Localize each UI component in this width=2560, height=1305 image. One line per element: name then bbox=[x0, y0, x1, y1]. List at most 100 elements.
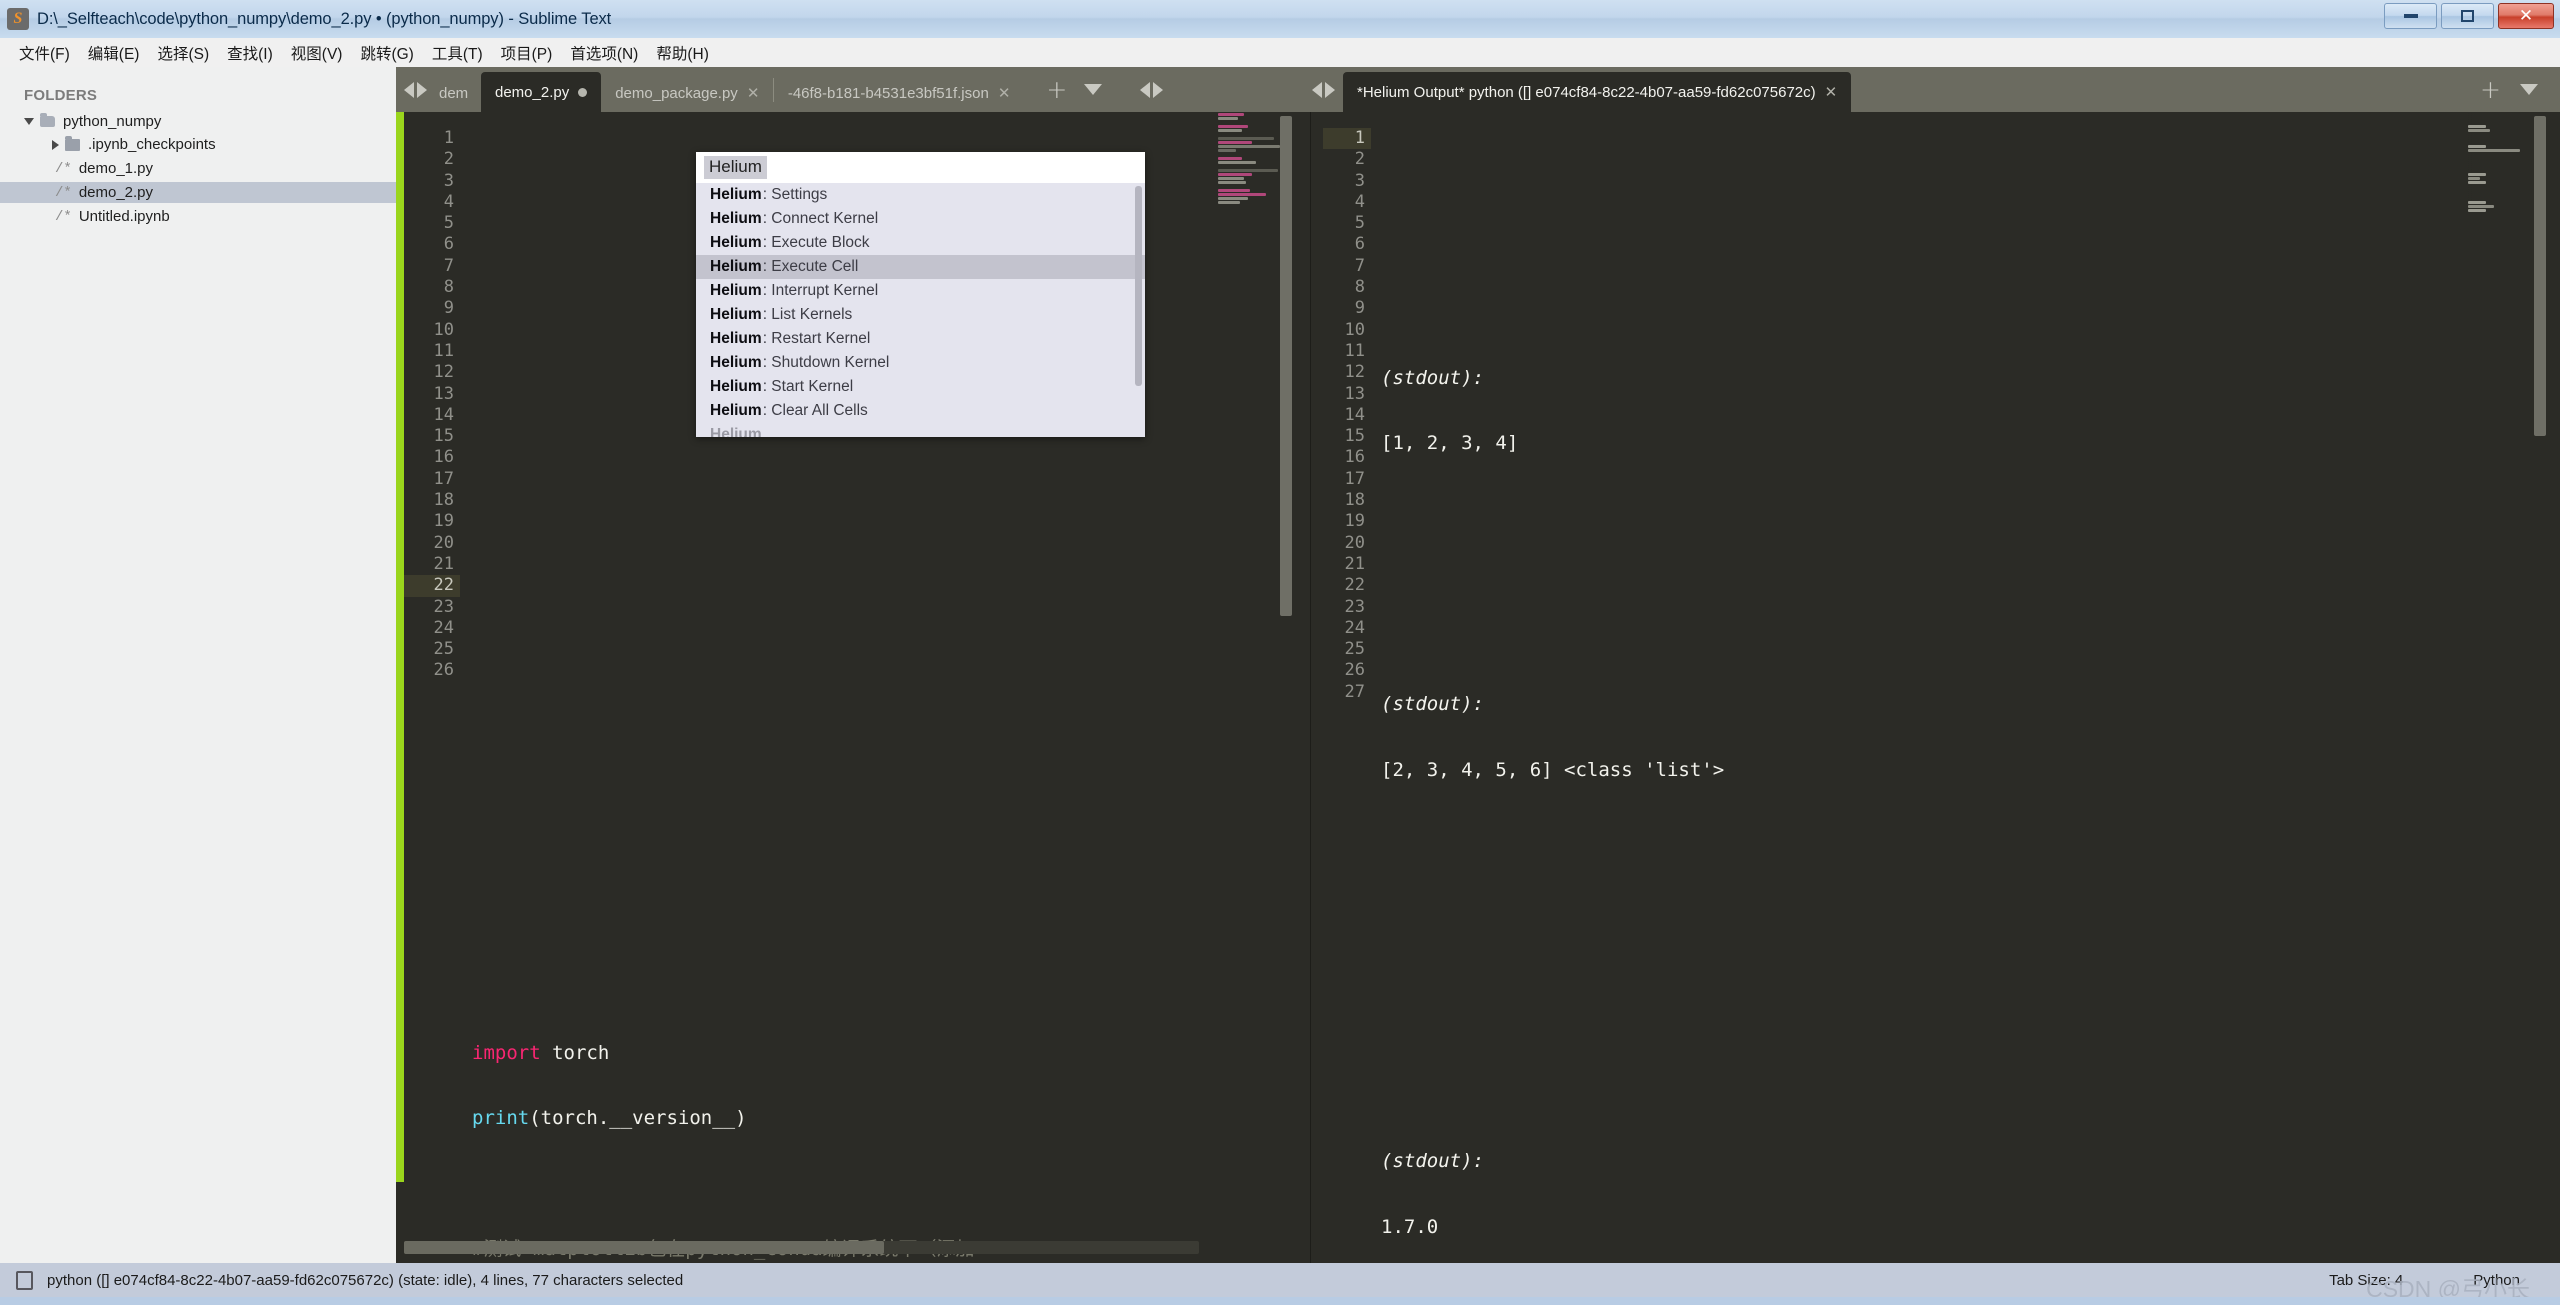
command-item-partial[interactable]: Helium bbox=[696, 423, 1145, 437]
menu-item-view[interactable]: 视图(V) bbox=[282, 39, 352, 67]
command-item-shutdown-kernel[interactable]: Helium: Shutdown Kernel bbox=[696, 351, 1145, 375]
minimap-viewport[interactable] bbox=[2534, 116, 2546, 436]
command-prefix: Helium bbox=[710, 234, 762, 251]
tab-list-dropdown-icon[interactable] bbox=[1084, 84, 1103, 95]
output-text-right[interactable]: (stdout): [1, 2, 3, 4] (stdout): [2, 3, … bbox=[1381, 112, 1724, 1305]
line-number: 24 bbox=[1344, 617, 1365, 638]
menu-item-selection[interactable]: 选择(S) bbox=[148, 39, 218, 67]
line-number: 6 bbox=[443, 234, 454, 255]
menu-item-project[interactable]: 项目(P) bbox=[492, 39, 562, 67]
command-item-start-kernel[interactable]: Helium: Start Kernel bbox=[696, 375, 1145, 399]
line-number: 20 bbox=[433, 532, 454, 553]
tab-actions-left: + bbox=[1038, 67, 1110, 112]
output-line-16: (stdout): bbox=[1381, 1150, 1484, 1173]
tab-scroll-right-icon[interactable] bbox=[417, 81, 427, 98]
code-pane-right[interactable]: 1 2 3 4 5 6 7 8 9 10 11 12 13 14 15 16 1… bbox=[1311, 112, 2560, 1303]
sidebar-item-demo-1-py[interactable]: /* demo_1.py bbox=[0, 159, 396, 178]
menu-item-preferences[interactable]: 首选项(N) bbox=[561, 39, 647, 67]
tab-label: demo_package.py bbox=[615, 84, 738, 102]
tab-clipped-previous[interactable]: dem bbox=[435, 74, 481, 112]
line-number: 25 bbox=[433, 639, 454, 660]
line-number: 3 bbox=[443, 170, 454, 191]
line-number: 2 bbox=[1354, 149, 1365, 170]
minimize-button[interactable] bbox=[2384, 3, 2437, 29]
tab-close-icon[interactable]: ✕ bbox=[747, 84, 760, 102]
minimap-right[interactable] bbox=[2464, 112, 2560, 1263]
tab-label: dem bbox=[439, 84, 469, 102]
tab-json-file[interactable]: el-fca6ce5d-e38e-46f8-b181-b4531e3bf51f.… bbox=[774, 74, 1024, 112]
tab-scroll-left-icon[interactable] bbox=[1312, 81, 1322, 98]
line-number: 23 bbox=[433, 596, 454, 617]
close-button[interactable]: ✕ bbox=[2498, 3, 2554, 29]
maximize-button[interactable] bbox=[2441, 3, 2494, 29]
sidebar-item-label: demo_2.py bbox=[78, 184, 154, 201]
tab-list-dropdown-icon[interactable] bbox=[2520, 84, 2538, 95]
tab-close-icon[interactable]: ✕ bbox=[1825, 83, 1838, 101]
command-item-interrupt-kernel[interactable]: Helium: Interrupt Kernel bbox=[696, 279, 1145, 303]
command-palette[interactable]: Helium Helium: Settings Helium: Connect … bbox=[696, 152, 1145, 437]
command-palette-scrollbar[interactable] bbox=[1135, 186, 1142, 386]
tab-label: el-fca6ce5d-e38e-46f8-b181-b4531e3bf51f.… bbox=[788, 84, 989, 102]
menu-item-file[interactable]: 文件(F) bbox=[10, 39, 79, 67]
folder-closed-icon bbox=[65, 135, 80, 151]
menu-item-help[interactable]: 帮助(H) bbox=[647, 39, 718, 67]
command-palette-list[interactable]: Helium: Settings Helium: Connect Kernel … bbox=[696, 183, 1145, 437]
command-palette-input[interactable]: Helium bbox=[696, 152, 1145, 183]
minimap-viewport[interactable] bbox=[1280, 116, 1292, 616]
menu-item-tools[interactable]: 工具(T) bbox=[423, 39, 492, 67]
scrollbar-thumb[interactable] bbox=[404, 1241, 884, 1254]
minimap-left[interactable] bbox=[1214, 112, 1310, 1263]
chevron-down-icon bbox=[24, 118, 34, 125]
tab-scroll-right-icon[interactable] bbox=[1325, 81, 1335, 98]
line-number: 2 bbox=[443, 149, 454, 170]
window-bottom-edge bbox=[0, 1297, 2560, 1305]
command-item-execute-cell[interactable]: Helium: Execute Cell bbox=[696, 255, 1145, 279]
command-label: : Clear All Cells bbox=[762, 402, 868, 419]
command-prefix: Helium bbox=[710, 426, 762, 437]
tab-demo-2-py[interactable]: demo_2.py bbox=[481, 72, 602, 112]
tab-scroll-left-icon[interactable] bbox=[404, 81, 414, 98]
line-number: 7 bbox=[1354, 255, 1365, 276]
maximize-icon bbox=[2461, 10, 2474, 22]
horizontal-scrollbar-left[interactable] bbox=[404, 1241, 1199, 1254]
tab-helium-output[interactable]: *Helium Output* python ([] e074cf84-8c22… bbox=[1343, 72, 1852, 112]
tab-strip-left: dem demo_2.py demo_package.py ✕ el-fca6c… bbox=[396, 67, 1310, 112]
command-prefix: Helium bbox=[710, 282, 762, 299]
menu-item-goto[interactable]: 跳转(G) bbox=[351, 39, 422, 67]
command-label: : Settings bbox=[762, 186, 828, 203]
menu-item-find[interactable]: 查找(I) bbox=[218, 39, 282, 67]
sidebar-item-untitled-ipynb[interactable]: /* Untitled.ipynb bbox=[0, 207, 396, 226]
line-number: 5 bbox=[443, 213, 454, 234]
sidebar-item-ipynb-checkpoints[interactable]: .ipynb_checkpoints bbox=[0, 135, 396, 154]
chevron-right-icon bbox=[52, 139, 59, 150]
menu-item-edit[interactable]: 编辑(E) bbox=[79, 39, 149, 67]
command-item-list-kernels[interactable]: Helium: List Kernels bbox=[696, 303, 1145, 327]
pane-scroll-right-icon[interactable] bbox=[1153, 81, 1164, 98]
output-line-17: 1.7.0 bbox=[1381, 1215, 1439, 1238]
tab-demo-package-py[interactable]: demo_package.py ✕ bbox=[601, 74, 773, 112]
command-item-clear-all-cells[interactable]: Helium: Clear All Cells bbox=[696, 399, 1145, 423]
sublime-logo-icon: S bbox=[7, 8, 29, 30]
file-icon: /* bbox=[55, 184, 72, 201]
command-item-connect-kernel[interactable]: Helium: Connect Kernel bbox=[696, 207, 1145, 231]
command-item-restart-kernel[interactable]: Helium: Restart Kernel bbox=[696, 327, 1145, 351]
new-tab-icon[interactable]: + bbox=[2480, 77, 2501, 102]
command-item-execute-block[interactable]: Helium: Execute Block bbox=[696, 231, 1145, 255]
sidebar-item-python-numpy[interactable]: python_numpy bbox=[0, 112, 396, 131]
line-number: 12 bbox=[433, 362, 454, 383]
command-item-settings[interactable]: Helium: Settings bbox=[696, 183, 1145, 207]
kernel-status-icon[interactable] bbox=[16, 1270, 33, 1290]
pane-scroll-left-icon[interactable] bbox=[1140, 81, 1151, 98]
new-tab-icon[interactable]: + bbox=[1046, 77, 1067, 102]
command-prefix: Helium bbox=[710, 210, 762, 227]
command-prefix: Helium bbox=[710, 186, 762, 203]
sidebar-item-demo-2-py[interactable]: /* demo_2.py bbox=[0, 182, 396, 203]
line-number-current: 22 bbox=[404, 575, 460, 597]
line-number: 17 bbox=[433, 468, 454, 489]
tab-close-icon[interactable]: ✕ bbox=[998, 84, 1011, 102]
